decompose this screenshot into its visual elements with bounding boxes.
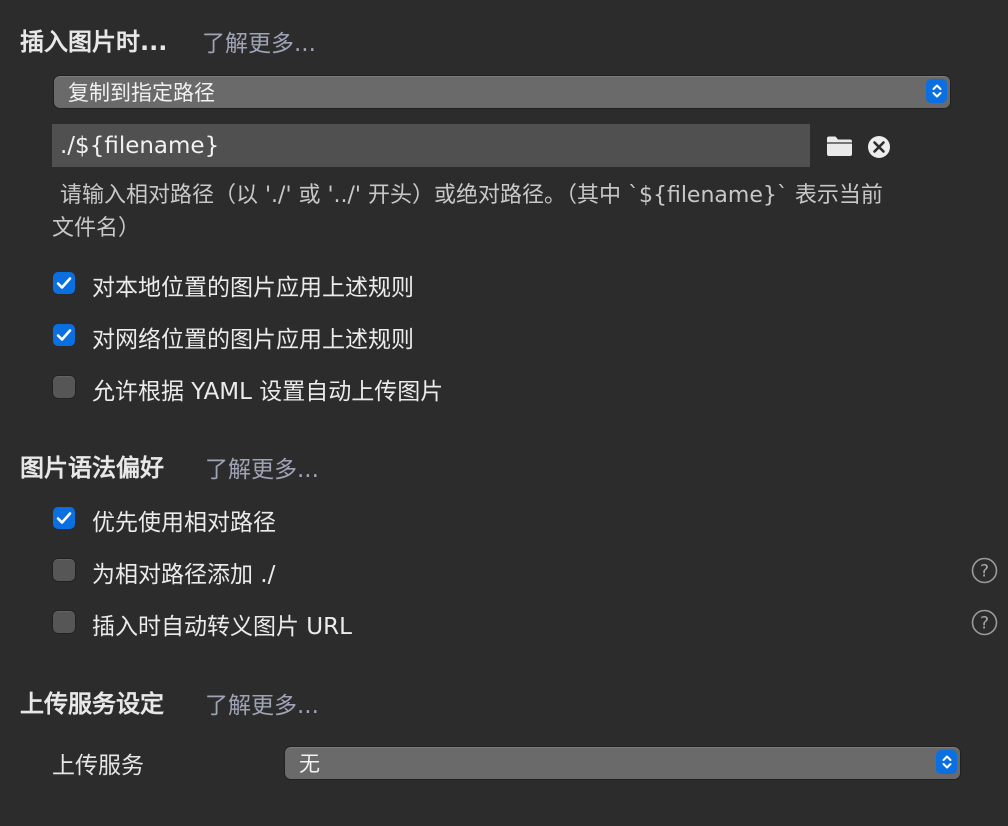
folder-icon[interactable] — [826, 135, 853, 161]
yaml-auto-upload-label[interactable]: 允许根据 YAML 设置自动上传图片 — [92, 372, 443, 406]
image-path-input[interactable] — [52, 124, 810, 167]
up-down-chevron-icon — [936, 750, 957, 774]
insert-learn-more-link[interactable]: 了解更多... — [202, 24, 316, 58]
up-down-chevron-icon — [926, 79, 947, 103]
path-hint-line2: 文件名） — [52, 216, 141, 241]
checkmark-icon — [56, 512, 72, 524]
svg-text:?: ? — [980, 562, 989, 582]
upload-service-select[interactable]: 无 — [285, 747, 960, 779]
apply-web-images-checkbox[interactable] — [53, 324, 75, 346]
help-icon[interactable]: ? — [971, 557, 998, 584]
prefer-relative-path-checkbox[interactable] — [53, 507, 75, 529]
insert-action-select[interactable]: 复制到指定路径 — [54, 76, 950, 108]
add-dot-slash-label[interactable]: 为相对路径添加 ./ — [92, 555, 275, 589]
escape-image-url-checkbox[interactable] — [53, 611, 75, 633]
apply-local-images-label[interactable]: 对本地位置的图片应用上述规则 — [92, 268, 414, 302]
svg-text:?: ? — [980, 614, 989, 634]
insert-section-title: 插入图片时... — [20, 28, 168, 56]
add-dot-slash-checkbox[interactable] — [53, 559, 75, 581]
upload-service-label: 上传服务 — [52, 753, 144, 779]
syntax-learn-more-link[interactable]: 了解更多... — [205, 450, 319, 484]
apply-local-images-checkbox[interactable] — [53, 272, 75, 294]
syntax-section-title: 图片语法偏好 — [20, 454, 164, 482]
yaml-auto-upload-checkbox[interactable] — [53, 376, 75, 398]
path-hint-line1: 请输入相对路径（以 './' 或 '../' 开头）或绝对路径。（其中 `${f… — [60, 183, 883, 208]
apply-web-images-label[interactable]: 对网络位置的图片应用上述规则 — [92, 320, 414, 354]
path-hint: 请输入相对路径（以 './' 或 '../' 开头）或绝对路径。（其中 `${f… — [52, 179, 972, 245]
upload-service-value: 无 — [299, 752, 320, 776]
insert-action-value: 复制到指定路径 — [68, 81, 215, 105]
prefer-relative-path-label[interactable]: 优先使用相对路径 — [92, 503, 276, 537]
checkmark-icon — [56, 329, 72, 341]
checkmark-icon — [56, 277, 72, 289]
upload-learn-more-link[interactable]: 了解更多... — [205, 686, 319, 720]
help-icon[interactable]: ? — [971, 609, 998, 636]
escape-image-url-label[interactable]: 插入时自动转义图片 URL — [92, 607, 352, 641]
clear-icon[interactable] — [867, 135, 891, 163]
upload-section-title: 上传服务设定 — [20, 690, 164, 718]
